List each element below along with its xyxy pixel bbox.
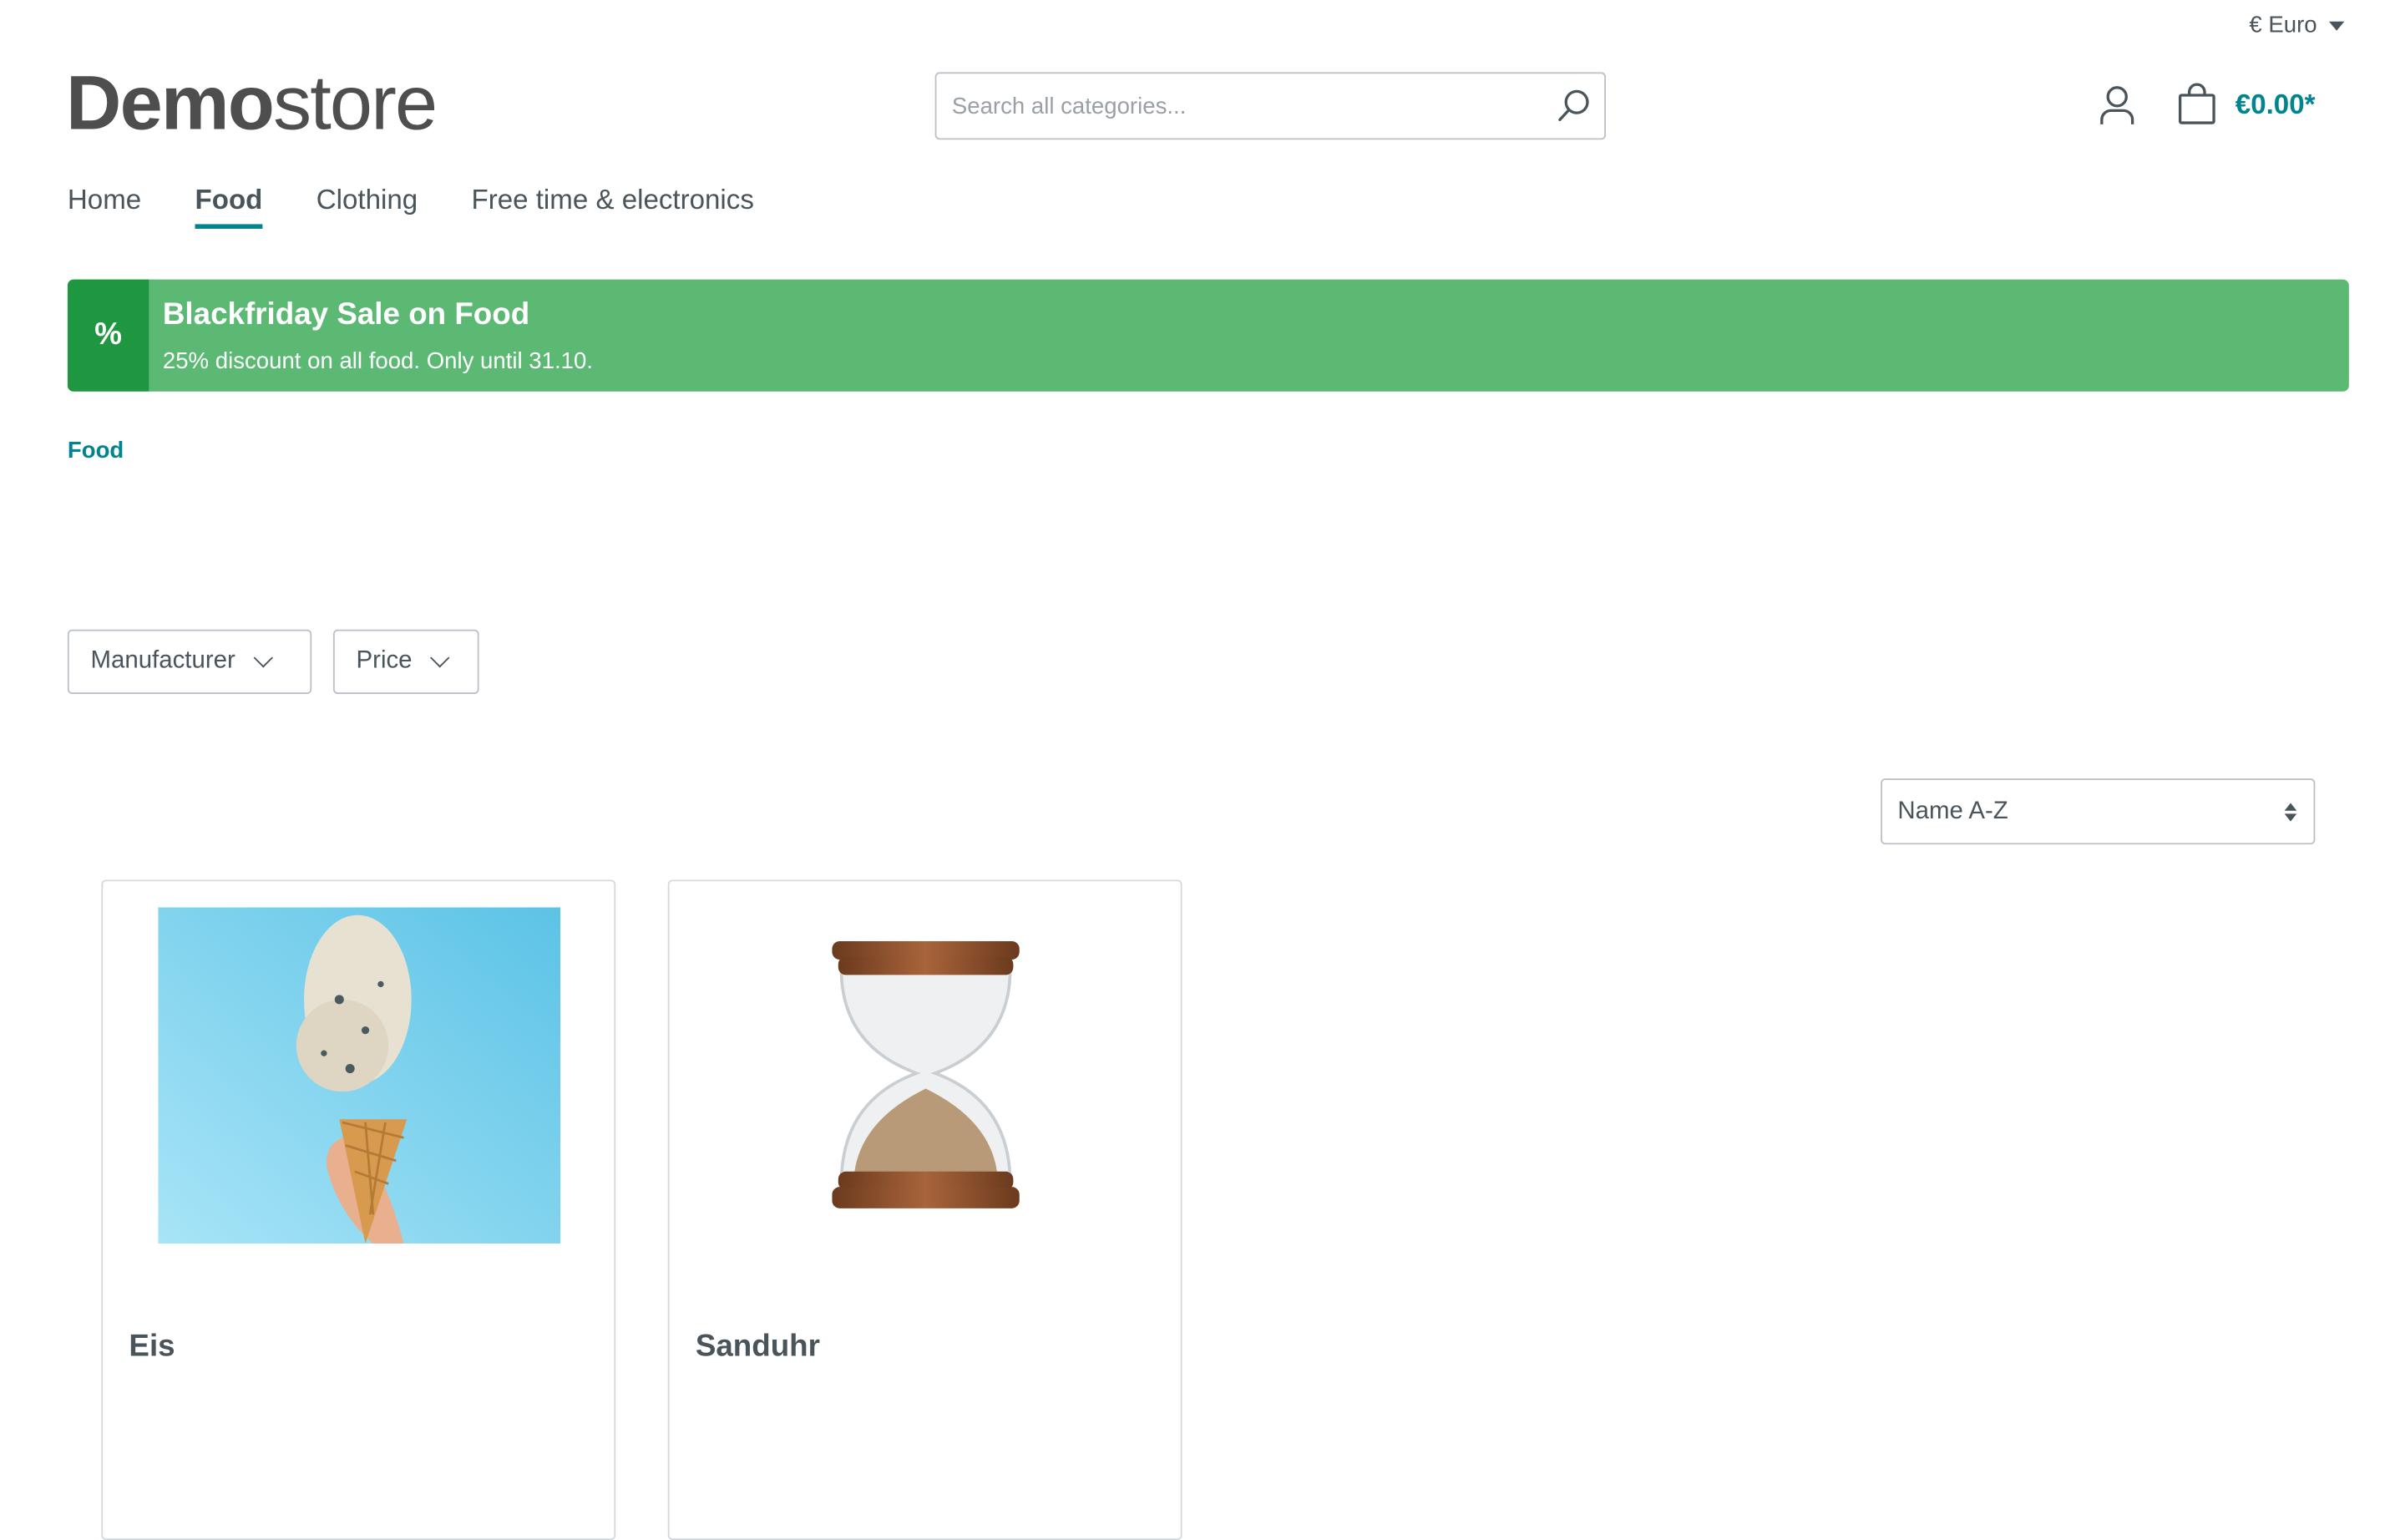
search-bar: [934, 72, 1607, 140]
breadcrumb-food[interactable]: Food: [68, 438, 124, 464]
nav-item-home[interactable]: Home: [68, 185, 141, 229]
product-image-ice-cream[interactable]: [158, 907, 561, 1244]
filter-label: Price: [356, 647, 413, 675]
caret-down-icon: [2329, 21, 2345, 31]
logo-bold: Demo: [66, 59, 275, 146]
promo-banner: % Blackfriday Sale on Food 25% discount …: [67, 279, 2349, 392]
chevron-down-icon: [254, 648, 274, 668]
filter-label: Manufacturer: [90, 647, 235, 675]
banner-text: 25% discount on all food. Only until 31.…: [162, 348, 593, 375]
nav-item-food[interactable]: Food: [195, 185, 262, 229]
logo[interactable]: Demostore: [66, 58, 438, 148]
main-navigation: Home Food Clothing Free time & electroni…: [68, 185, 808, 229]
product-card[interactable]: Eis: [101, 879, 616, 1540]
search-button[interactable]: [1543, 75, 1605, 137]
cart-total: €0.00*: [2235, 88, 2316, 119]
nav-item-clothing[interactable]: Clothing: [316, 185, 418, 229]
nav-item-free-time-electronics[interactable]: Free time & electronics: [471, 185, 753, 229]
search-input[interactable]: [936, 76, 1543, 135]
filter-manufacturer[interactable]: Manufacturer: [67, 629, 312, 694]
sort-select[interactable]: Name A-Z: [1881, 778, 2316, 845]
cart-button[interactable]: €0.00*: [2177, 83, 2316, 125]
sort-arrows-icon: [2284, 802, 2297, 821]
chevron-down-icon: [430, 648, 451, 668]
currency-label: € Euro: [2249, 12, 2317, 38]
product-image-hourglass[interactable]: [725, 908, 1127, 1244]
filter-price[interactable]: Price: [332, 629, 479, 694]
user-icon: [2100, 86, 2134, 124]
logo-light: store: [273, 59, 438, 146]
product-name[interactable]: Eis: [129, 1330, 175, 1365]
shopping-bag-icon: [2178, 83, 2215, 124]
sort-selected: Name A-Z: [1897, 798, 2008, 824]
product-name[interactable]: Sanduhr: [696, 1330, 820, 1365]
product-card[interactable]: Sanduhr: [667, 879, 1182, 1540]
search-icon: [1558, 89, 1589, 122]
currency-dropdown[interactable]: € Euro: [2249, 12, 2345, 38]
account-button[interactable]: [2097, 84, 2137, 127]
percent-icon: %: [67, 279, 149, 392]
banner-title: Blackfriday Sale on Food: [162, 297, 530, 332]
